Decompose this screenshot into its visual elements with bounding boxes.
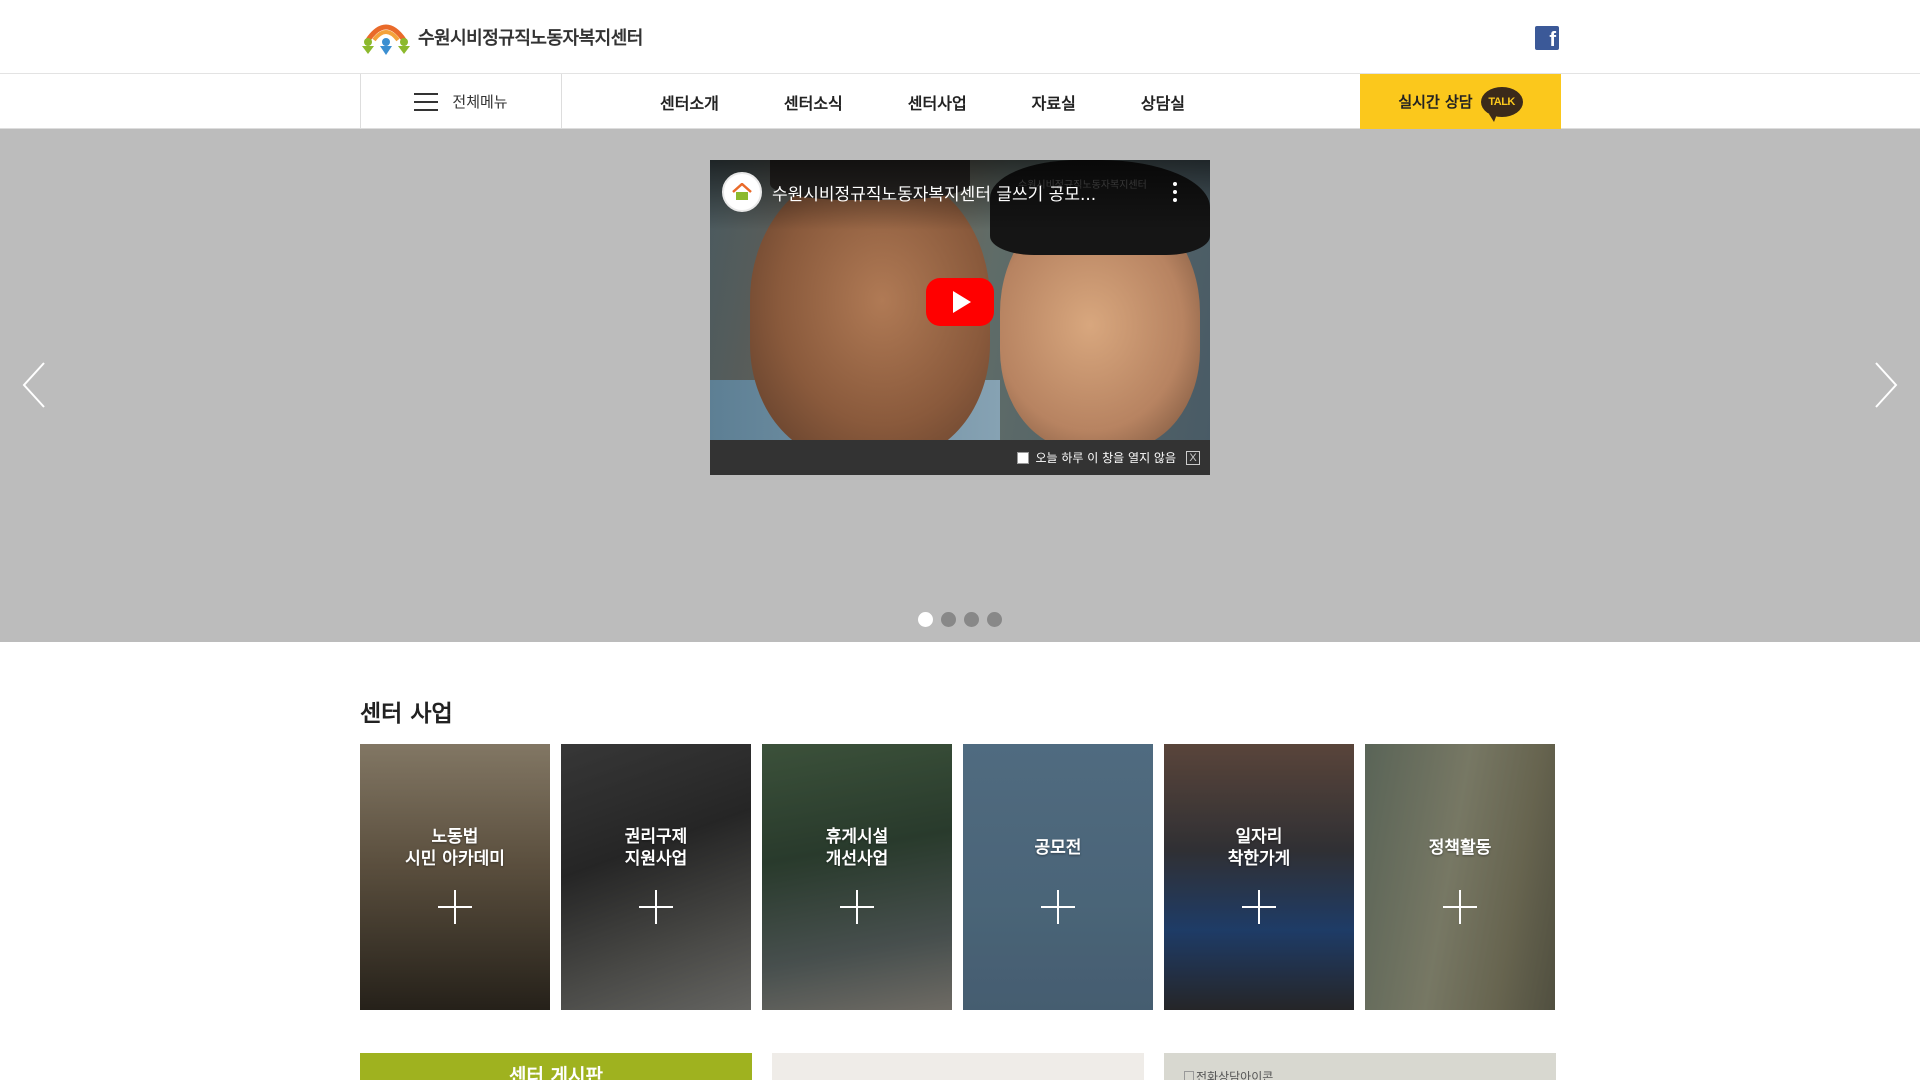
card-label: 일자리 착한가게 [1227, 827, 1291, 869]
slider-dot-3[interactable] [964, 612, 979, 627]
slider-prev-arrow-icon[interactable] [20, 361, 48, 409]
plus-icon [840, 890, 874, 924]
top-header: 수원시비정규직노동자복지센터 f [0, 0, 1920, 74]
popup-close-button[interactable]: X [1186, 450, 1200, 465]
card-label: 노동법 시민 아카데미 [405, 827, 505, 869]
card-rest-facility[interactable]: 휴게시설 개선사업 [762, 744, 952, 1010]
nav-item-center-business[interactable]: 센터사업 [908, 90, 967, 114]
slider-dot-1[interactable] [918, 612, 933, 627]
site-logo[interactable]: 수원시비정규직노동자복지센터 [360, 18, 643, 56]
phone-consult-image: 전화상담아이콘 [1184, 1068, 1273, 1080]
more-options-icon[interactable] [1172, 182, 1178, 202]
business-cards: 노동법 시민 아카데미 권리구제 지원사업 휴게시설 개선사업 공모전 일자리 … [360, 744, 1560, 1010]
channel-logo-icon [732, 183, 752, 200]
nav-item-counseling[interactable]: 상담실 [1141, 90, 1185, 114]
video-title[interactable]: 수원시비정규직노동자복지센터 글쓰기 공모... [772, 180, 1152, 205]
nav-item-archive[interactable]: 자료실 [1032, 90, 1076, 114]
card-good-store[interactable]: 일자리 착한가게 [1164, 744, 1354, 1010]
broken-image-icon [1184, 1070, 1194, 1080]
card-label: 공모전 [1034, 838, 1082, 858]
slider-next-arrow-icon[interactable] [1872, 361, 1900, 409]
channel-avatar[interactable] [722, 172, 762, 212]
youtube-video-player[interactable]: 수원시비정규직노동자복지센터 수원시비정규직노동자복지센터 글쓰기 공모... [710, 160, 1210, 440]
dismiss-today-checkbox[interactable] [1017, 451, 1030, 464]
middle-panel [772, 1053, 1144, 1080]
realtime-talk-button[interactable]: 실시간 상담 TALK [1360, 74, 1561, 129]
phone-consult-alt: 전화상담아이콘 [1196, 1070, 1274, 1080]
slider-dot-4[interactable] [987, 612, 1002, 627]
plus-icon [1041, 890, 1075, 924]
slider-dot-2[interactable] [941, 612, 956, 627]
nav-item-center-news[interactable]: 센터소식 [784, 90, 843, 114]
plus-icon [438, 890, 472, 924]
dismiss-today-label[interactable]: 오늘 하루 이 창을 열지 않음 [1035, 449, 1176, 466]
nav-item-center-intro[interactable]: 센터소개 [660, 90, 719, 114]
card-overlay [762, 744, 952, 1010]
card-overlay [561, 744, 751, 1010]
plus-icon [1443, 890, 1477, 924]
card-overlay [1365, 744, 1555, 1010]
all-menu-button[interactable]: 전체메뉴 [360, 74, 562, 129]
video-popup: 수원시비정규직노동자복지센터 수원시비정규직노동자복지센터 글쓰기 공모... … [710, 160, 1210, 475]
card-rights-relief[interactable]: 권리구제 지원사업 [561, 744, 751, 1010]
plus-icon [1242, 890, 1276, 924]
all-menu-label: 전체메뉴 [452, 93, 508, 111]
card-overlay [1164, 744, 1354, 1010]
play-button-icon[interactable] [926, 278, 994, 326]
slider-pagination [918, 612, 1002, 627]
card-policy-activity[interactable]: 정책활동 [1365, 744, 1555, 1010]
main-navigation: 전체메뉴 센터소개 센터소식 센터사업 자료실 상담실 실시간 상담 TALK [0, 74, 1920, 129]
site-name: 수원시비정규직노동자복지센터 [418, 28, 643, 49]
talk-button-label: 실시간 상담 [1398, 93, 1473, 111]
kakao-talk-icon: TALK [1480, 86, 1523, 122]
popup-footer: 오늘 하루 이 창을 열지 않음 X [710, 440, 1210, 475]
hamburger-icon [414, 92, 439, 111]
phone-consult-panel: 전화상담아이콘 [1164, 1053, 1556, 1080]
plus-icon [639, 890, 673, 924]
center-board-tab[interactable]: 센터 게시판 [360, 1053, 752, 1080]
card-label: 정책활동 [1428, 838, 1492, 858]
card-label: 권리구제 지원사업 [624, 827, 688, 869]
page: 수원시비정규직노동자복지센터 f 전체메뉴 센터소개 센터소식 센터사업 자료실… [0, 0, 1920, 1080]
logo-icon [360, 18, 412, 56]
facebook-icon[interactable]: f [1535, 26, 1559, 50]
card-label: 휴게시설 개선사업 [825, 827, 889, 869]
card-overlay [963, 744, 1153, 1010]
card-overlay [360, 744, 550, 1010]
hero-slider: 수원시비정규직노동자복지센터 수원시비정규직노동자복지센터 글쓰기 공모... … [0, 129, 1920, 642]
card-contest[interactable]: 공모전 [963, 744, 1153, 1010]
card-labor-law-academy[interactable]: 노동법 시민 아카데미 [360, 744, 550, 1010]
section-title: 센터 사업 [360, 701, 453, 727]
gnb-menu: 센터소개 센터소식 센터사업 자료실 상담실 [660, 74, 1185, 129]
